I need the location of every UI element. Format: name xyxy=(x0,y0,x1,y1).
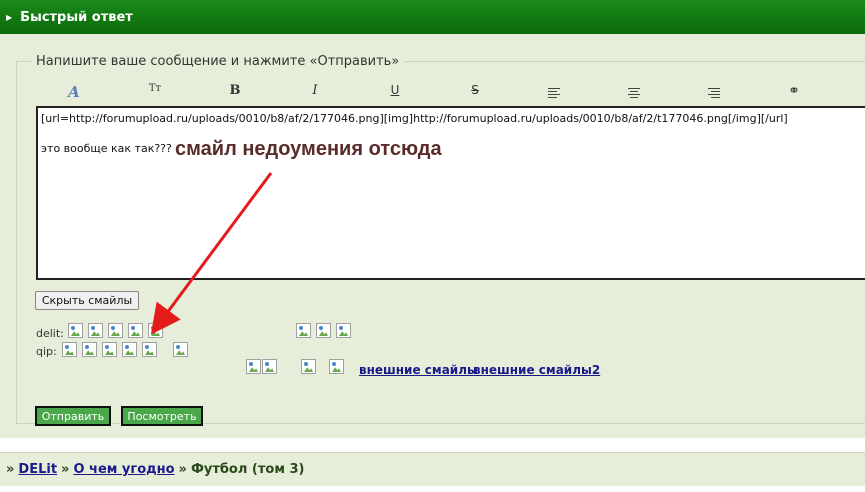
smile-icon[interactable] xyxy=(173,342,188,357)
breadcrumb-current: Футбол (том 3) xyxy=(190,462,305,477)
smile-icon[interactable] xyxy=(336,323,351,338)
smile-icon[interactable] xyxy=(88,323,103,338)
smile-group-label-qip: qip: xyxy=(36,345,57,358)
smile-icon[interactable] xyxy=(62,342,77,357)
breadcrumb-separator: » xyxy=(6,462,15,477)
breadcrumb: » DELit » О чем угодно » Футбол (том 3) xyxy=(0,452,865,486)
breadcrumb-item-forum[interactable]: О чем угодно xyxy=(73,462,174,477)
italic-icon[interactable]: I xyxy=(305,83,325,103)
preview-button[interactable]: Посмотреть xyxy=(121,406,203,426)
smile-icon[interactable] xyxy=(82,342,97,357)
quick-reply-header[interactable]: ▶ Быстрый ответ xyxy=(0,0,865,34)
font-size-icon[interactable]: Tт xyxy=(145,83,165,103)
hide-smiles-button[interactable]: Скрыть смайлы xyxy=(35,291,139,310)
smile-icon[interactable] xyxy=(142,342,157,357)
divider xyxy=(0,438,865,446)
font-color-icon[interactable]: A xyxy=(64,83,84,103)
message-textarea[interactable]: [url=http://forumupload.ru/uploads/0010/… xyxy=(36,106,865,280)
align-right-icon[interactable] xyxy=(704,83,724,103)
underline-icon[interactable]: U xyxy=(385,83,405,103)
submit-button[interactable]: Отправить xyxy=(35,406,111,426)
smile-icon[interactable] xyxy=(108,323,123,338)
align-center-icon[interactable] xyxy=(624,83,644,103)
breadcrumb-separator: » xyxy=(178,462,187,477)
smile-icon[interactable] xyxy=(301,359,316,374)
strikethrough-icon[interactable]: S xyxy=(465,83,485,103)
message-prompt: Напишите ваше сообщение и нажмите «Отпра… xyxy=(36,54,400,69)
smile-icon[interactable] xyxy=(68,323,83,338)
smile-icon[interactable] xyxy=(122,342,137,357)
smile-icon[interactable] xyxy=(296,323,311,338)
smile-group-label-delit: delit: xyxy=(36,327,64,340)
bold-icon[interactable]: B xyxy=(225,83,245,103)
smile-icon[interactable] xyxy=(316,323,331,338)
smile-icon[interactable] xyxy=(128,323,143,338)
smile-icon[interactable] xyxy=(102,342,117,357)
quick-reply-title: Быстрый ответ xyxy=(20,9,133,25)
external-smiles-link[interactable]: внешние смайлы xyxy=(359,363,478,377)
align-left-icon[interactable] xyxy=(544,83,564,103)
breadcrumb-separator: » xyxy=(61,462,70,477)
link-icon[interactable]: ⚭ xyxy=(784,83,804,103)
smile-icon[interactable] xyxy=(262,359,277,374)
smile-icon[interactable] xyxy=(329,359,344,374)
breadcrumb-item-delit[interactable]: DELit xyxy=(18,462,57,477)
annotation-text: смайл недоумения отсюда xyxy=(175,138,442,160)
formatting-toolbar: A Tт B I U S ⚭ xyxy=(36,83,865,103)
smile-icon[interactable] xyxy=(246,359,261,374)
expand-triangle-icon: ▶ xyxy=(6,12,13,22)
external-smiles-2-link[interactable]: внешние смайлы2 xyxy=(473,363,600,377)
smile-icon[interactable] xyxy=(148,323,163,338)
